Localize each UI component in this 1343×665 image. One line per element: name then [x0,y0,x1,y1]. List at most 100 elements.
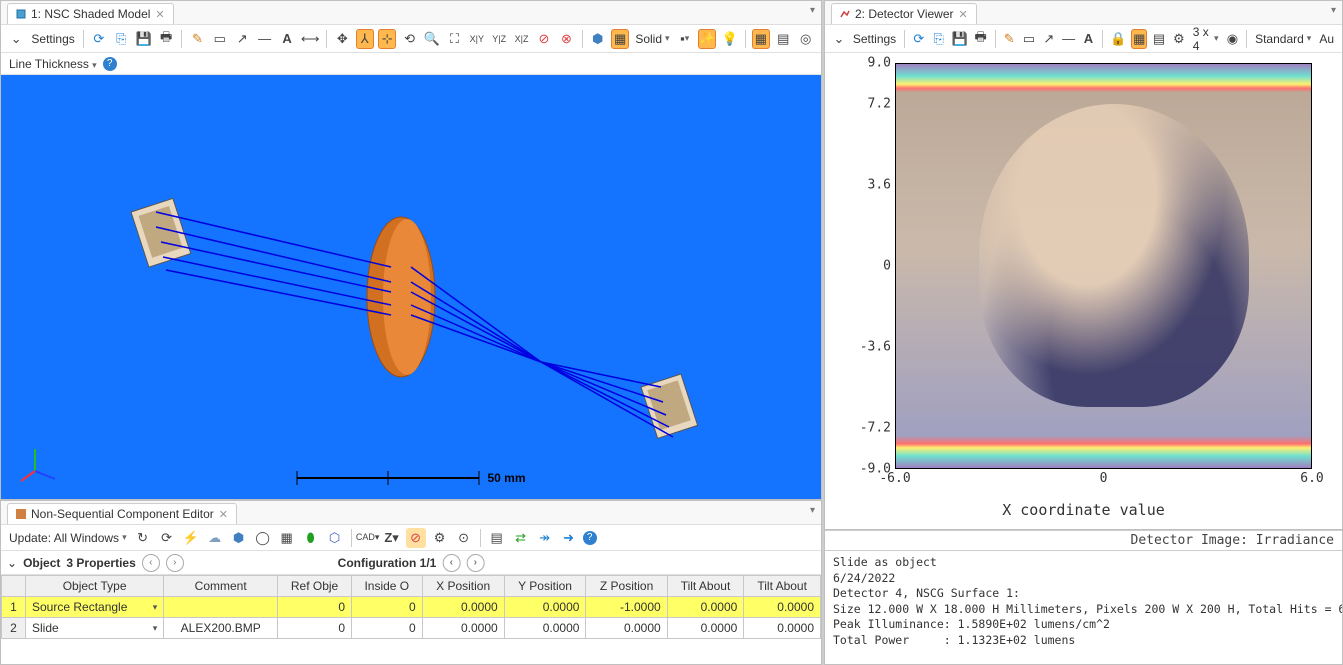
line-icon[interactable]: — [1061,29,1077,49]
zoom-icon[interactable]: 🔍 [423,29,441,49]
arrow-icon[interactable]: ↗ [233,29,251,49]
xz-icon[interactable]: X|Z [512,29,530,49]
pencil-icon[interactable]: ✎ [188,29,206,49]
pencil-icon[interactable]: ✎ [1001,29,1017,49]
update-dropdown[interactable]: Update: All Windows ▾ [7,531,129,545]
col-z[interactable]: Z Position [586,576,667,597]
grid-icon[interactable]: ▦ [752,29,770,49]
swap-icon[interactable]: ⇄ [511,528,531,548]
lightbulb-icon[interactable]: 💡 [720,29,738,49]
cad-icon[interactable]: CAD▾ [358,528,378,548]
3d-viewport[interactable]: 50 mm [1,75,821,499]
panels-icon[interactable]: ▤ [1151,29,1167,49]
prohibit-icon[interactable]: ⊘ [406,528,426,548]
col-inside[interactable]: Inside O [352,576,423,597]
toggle-icon[interactable]: ⊙ [454,528,474,548]
lock-icon[interactable]: 🔒 [1109,29,1127,49]
box3d-icon[interactable]: ⬢ [229,528,249,548]
grid4-icon[interactable]: ▦ [277,528,297,548]
gear-icon[interactable]: ⚙ [1171,29,1187,49]
target-icon[interactable]: ◎ [796,29,814,49]
expand-icon[interactable]: ⌄ [7,556,17,570]
help-icon[interactable]: ? [103,57,117,71]
detector-plot-area[interactable]: Y coordinate value 9.07.23.60-3.6-7.2-9.… [825,53,1342,529]
mode-dropdown[interactable]: Standard ▾ [1253,32,1313,46]
object-table[interactable]: Object Type Comment Ref Obje Inside O X … [1,575,821,664]
tab-detector[interactable]: 2: Detector Viewer ✕ [831,3,977,24]
palette-icon[interactable]: ▪▾ [676,29,694,49]
collapse-icon[interactable]: ↠ [535,528,555,548]
target-icon[interactable]: ◉ [1225,29,1241,49]
grid-icon[interactable]: ▦ [1131,29,1147,49]
table-row[interactable]: 1Source Rectangle▾000.00000.0000-1.00000… [2,597,821,618]
no-entry-icon[interactable]: ⊘ [535,29,553,49]
refresh-icon[interactable]: ⟳ [911,29,927,49]
list-icon[interactable]: ▤ [487,528,507,548]
line-thickness-dropdown[interactable]: Line Thickness ▾ [9,57,97,71]
xy-icon[interactable]: X|Y [468,29,486,49]
print-icon[interactable]: 🖶 [973,29,989,49]
dimension-icon[interactable]: ⟷ [300,29,320,49]
col-comment[interactable]: Comment [164,576,278,597]
origin-icon[interactable]: ⊹ [378,29,396,49]
settings-button[interactable]: Settings [29,32,76,46]
text-icon[interactable]: A [1081,29,1097,49]
close-icon[interactable]: ✕ [219,508,228,521]
cloud-icon[interactable]: ☁ [205,528,225,548]
goto-icon[interactable]: ➜ [559,528,579,548]
expand-icon[interactable]: ⌄ [831,29,847,49]
line-icon[interactable]: — [255,29,273,49]
config-next[interactable]: › [466,554,484,572]
fit-icon[interactable]: ⛶ [445,29,463,49]
arrow-icon[interactable]: ↗ [1041,29,1057,49]
compass-icon[interactable]: ✥ [333,29,351,49]
box-icon[interactable]: ⬢ [589,29,607,49]
print-icon[interactable]: 🖶 [157,29,175,49]
grid-size-dropdown[interactable]: 3 x 4 ▾ [1191,25,1221,53]
tab-editor[interactable]: Non-Sequential Component Editor ✕ [7,503,237,524]
col-tilty[interactable]: Tilt About [744,576,821,597]
config-prev[interactable]: ‹ [442,554,460,572]
col-type[interactable]: Object Type [26,576,164,597]
yz-icon[interactable]: Y|Z [490,29,508,49]
axes-icon[interactable]: ⅄ [356,29,374,49]
rotate-icon[interactable]: ⟲ [400,29,418,49]
next-button[interactable]: › [166,554,184,572]
col-y[interactable]: Y Position [504,576,586,597]
circle-icon[interactable]: ◯ [253,528,273,548]
settings-button[interactable]: Settings [851,32,898,46]
dock-menu-icon[interactable]: ▾ [1331,5,1336,16]
refresh-all-icon[interactable]: ⟳ [157,528,177,548]
solid-icon[interactable]: ▦ [611,29,629,49]
rect-icon[interactable]: ▭ [1021,29,1037,49]
close-icon[interactable]: ✕ [155,8,164,21]
gear-icon[interactable]: ⚙ [430,528,450,548]
hex-icon[interactable]: ⬡ [325,528,345,548]
close-icon[interactable]: ✕ [959,8,968,21]
auto-dropdown[interactable]: Au [1317,32,1336,46]
col-x[interactable]: X Position [422,576,504,597]
rect-icon[interactable]: ▭ [211,29,229,49]
prev-button[interactable]: ‹ [142,554,160,572]
save-icon[interactable]: 💾 [134,29,152,49]
save-icon[interactable]: 💾 [951,29,969,49]
tab-shaded-model[interactable]: 1: NSC Shaded Model ✕ [7,3,174,24]
text-icon[interactable]: A [278,29,296,49]
copy-icon[interactable]: ⎘ [931,29,947,49]
panels-icon[interactable]: ▤ [774,29,792,49]
z-icon[interactable]: Z▾ [382,528,402,548]
refresh-icon[interactable]: ⟳ [90,29,108,49]
copy-icon[interactable]: ⎘ [112,29,130,49]
col-ref[interactable]: Ref Obje [278,576,352,597]
refresh-icon[interactable]: ↻ [133,528,153,548]
wand-icon[interactable]: ✨ [698,29,716,49]
expand-icon[interactable]: ⌄ [7,29,25,49]
dock-menu-icon[interactable]: ▾ [810,5,815,16]
clip-icon[interactable]: ⊗ [557,29,575,49]
dock-menu-icon[interactable]: ▾ [810,505,815,516]
bolt-icon[interactable]: ⚡ [181,528,201,548]
table-row[interactable]: 2Slide▾ALEX200.BMP000.00000.00000.00000.… [2,618,821,639]
help-icon[interactable]: ? [583,531,597,545]
render-mode-dropdown[interactable]: Solid ▾ [633,32,671,46]
col-tiltx[interactable]: Tilt About [667,576,744,597]
